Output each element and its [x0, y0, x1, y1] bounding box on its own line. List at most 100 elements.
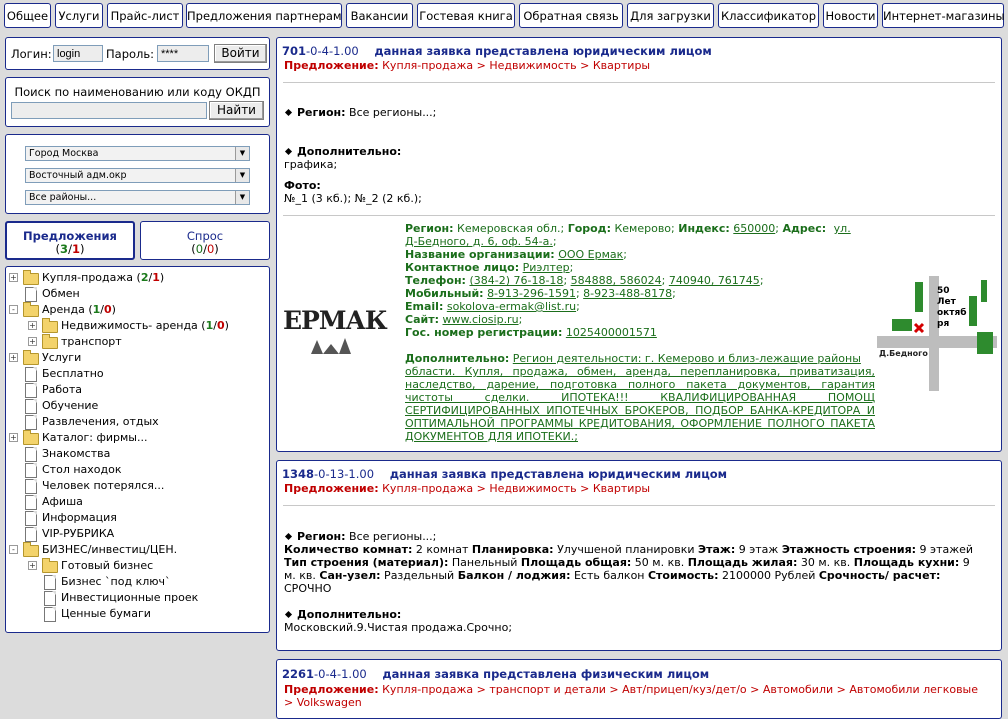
collapse-icon[interactable]: -: [9, 545, 18, 554]
tree-item-counts: (2/1): [133, 271, 165, 284]
street-map-thumbnail[interactable]: 50 Лет октяб ря Д.Бедного: [877, 276, 997, 391]
tab-offers-label: Предложения: [23, 229, 117, 243]
nav-item[interactable]: Новости: [823, 3, 878, 28]
expand-icon[interactable]: +: [28, 337, 37, 346]
reg-label: Гос. номер регистрации:: [405, 326, 563, 339]
collapse-icon[interactable]: -: [9, 305, 18, 314]
listing-title: данная заявка представлена физическим ли…: [382, 667, 710, 681]
bullet-icon: [284, 610, 293, 619]
listing-id[interactable]: 1348: [282, 467, 314, 481]
nav-item[interactable]: Предложения партнерам: [186, 3, 342, 28]
area-select[interactable]: Все районы... ▼: [25, 190, 250, 205]
region-line: Регион: Все регионы...;: [283, 530, 436, 543]
phone-link[interactable]: (384-2) 76-18-18: [469, 274, 563, 287]
company-address-1[interactable]: ул.: [834, 222, 851, 235]
login-label: Логин:: [11, 47, 52, 61]
listing-header: 1348-0-13-1.00 данная заявка представлен…: [282, 467, 727, 481]
photo-link-1[interactable]: №_1: [284, 192, 308, 205]
nav-item[interactable]: Гостевая книга: [417, 3, 515, 28]
tab-demand[interactable]: Спрос (0/0): [140, 221, 270, 260]
map-label: Лет: [937, 297, 956, 307]
company-extra-line[interactable]: СЕРТИФИЦИРОВАННЫХ ИПОТЕЧНЫХ БРОКЕРОВ, ПО…: [405, 404, 875, 417]
nav-item[interactable]: Классификатор: [718, 3, 819, 28]
page-icon: [25, 415, 37, 430]
listing-code: -0-4-1.00: [314, 667, 367, 681]
district-select[interactable]: Восточный адм.окр ▼: [25, 168, 250, 183]
org-name[interactable]: ООО Ермак: [558, 248, 623, 261]
city-select[interactable]: Город Москва ▼: [25, 146, 250, 161]
offers-count-new: 1: [71, 242, 80, 256]
expand-icon[interactable]: +: [9, 353, 18, 362]
login-button[interactable]: Войти: [214, 44, 267, 63]
login-input[interactable]: [53, 45, 103, 62]
tree-item-label: транспорт: [61, 335, 122, 348]
company-logo-text: ЕРМАК: [283, 306, 388, 335]
company-extra-line[interactable]: Регион деятельности: г. Кемерово и близ-…: [513, 352, 861, 365]
photo-link-2[interactable]: №_2: [355, 192, 379, 205]
extra-label: Дополнительно:: [297, 608, 402, 621]
listing-id[interactable]: 2261: [282, 667, 314, 681]
tree-item-label: Человек потерялся...: [42, 479, 165, 492]
category-path[interactable]: Купля-продажа > Недвижимость > Квартиры: [382, 482, 650, 495]
company-extra-line[interactable]: наследство, дарение, подготовка полного …: [405, 378, 875, 391]
tree-item-label: Стол находок: [42, 463, 122, 476]
tree-item-label: Бизнес `под ключ`: [61, 575, 171, 588]
map-street-label: Д.Бедного: [879, 349, 928, 358]
category-path[interactable]: Купля-продажа > транспорт и детали > Авт…: [382, 683, 978, 696]
company-region-label: Регион:: [405, 222, 454, 235]
mobile-link[interactable]: 8-913-296-1591: [487, 287, 576, 300]
listing-category-path: Предложение: Купля-продажа > транспорт и…: [284, 683, 978, 696]
tree-item-label: VIP-РУБРИКА: [42, 527, 115, 540]
phone-link[interactable]: 740940, 761745: [669, 274, 760, 287]
location-filter-panel: Город Москва ▼ Восточный адм.окр ▼ Все рай…: [5, 134, 270, 214]
tree-item-label: Знакомства: [42, 447, 111, 460]
email-link[interactable]: sokolova-ermak@list.ru: [447, 300, 576, 313]
bullet-icon: [284, 532, 293, 541]
tree-item-label: Аренда (1/0): [42, 303, 116, 316]
bullet-icon: [284, 108, 293, 117]
offer-label: Предложение:: [284, 683, 379, 696]
district-select-value: Восточный адм.окр: [29, 170, 127, 181]
nav-item[interactable]: Общее: [4, 3, 51, 28]
tab-offers[interactable]: Предложения (3/1): [5, 221, 135, 260]
nav-item[interactable]: Интернет-магазины: [882, 3, 1005, 28]
site-label: Сайт:: [405, 313, 439, 326]
company-extra-line[interactable]: ДОКУМЕНТОВ ДЛЯ ИПОТЕКИ.;: [405, 430, 875, 443]
page-icon: [44, 575, 56, 590]
tree-item-label: Работа: [42, 383, 83, 396]
mobile-label: Мобильный:: [405, 287, 484, 300]
company-extra-line[interactable]: области. Купля, продажа, обмен, аренда, …: [405, 365, 875, 378]
phone-link[interactable]: 584888, 586024: [571, 274, 662, 287]
search-button[interactable]: Найти: [209, 101, 264, 120]
nav-item[interactable]: Обратная связь: [519, 3, 623, 28]
reg-number[interactable]: 1025400001571: [566, 326, 657, 339]
page-icon: [25, 463, 37, 478]
company-address-2[interactable]: Д-Бедного, д. 6, оф. 54-а.: [405, 235, 553, 248]
tree-item-counts: (1/0): [84, 303, 116, 316]
tree-item-label: Ценные бумаги: [61, 607, 151, 620]
expand-icon[interactable]: +: [28, 561, 37, 570]
password-input[interactable]: [157, 45, 209, 62]
tree-item-label: Информация: [42, 511, 117, 524]
expand-icon[interactable]: +: [28, 321, 37, 330]
nav-item[interactable]: Для загрузки: [627, 3, 714, 28]
nav-item[interactable]: Прайс-лист: [107, 3, 183, 28]
site-link[interactable]: www.ciosip.ru: [442, 313, 518, 326]
category-path[interactable]: Купля-продажа > Недвижимость > Квартиры: [382, 59, 650, 72]
company-index[interactable]: 650000: [733, 222, 775, 235]
company-extra-line[interactable]: ОПТИМАЛЬНОЙ ПРОГРАММЫ КРЕДИТОВАНИЯ, ОФОР…: [405, 417, 875, 430]
expand-icon[interactable]: +: [9, 273, 18, 282]
nav-item[interactable]: Вакансии: [346, 3, 413, 28]
listing-id[interactable]: 701: [282, 44, 306, 58]
search-input[interactable]: [11, 102, 207, 119]
listing-category-path-cont[interactable]: > Volkswagen: [284, 696, 362, 709]
listing-category-path: Предложение: Купля-продажа > Недвижимост…: [284, 59, 650, 72]
tab-offers-counts: (3/1): [55, 242, 85, 256]
mobile-link[interactable]: 8-923-488-8178: [583, 287, 672, 300]
expand-icon[interactable]: +: [9, 433, 18, 442]
nav-item[interactable]: Услуги: [55, 3, 103, 28]
company-extra-line[interactable]: чистоты сделки. ИПОТЕКА!!! КВАЛИФИЦИРОВА…: [405, 391, 875, 404]
city-select-value: Город Москва: [29, 148, 99, 159]
contact-name[interactable]: Риэлтер: [523, 261, 570, 274]
map-label: 50: [937, 286, 950, 296]
